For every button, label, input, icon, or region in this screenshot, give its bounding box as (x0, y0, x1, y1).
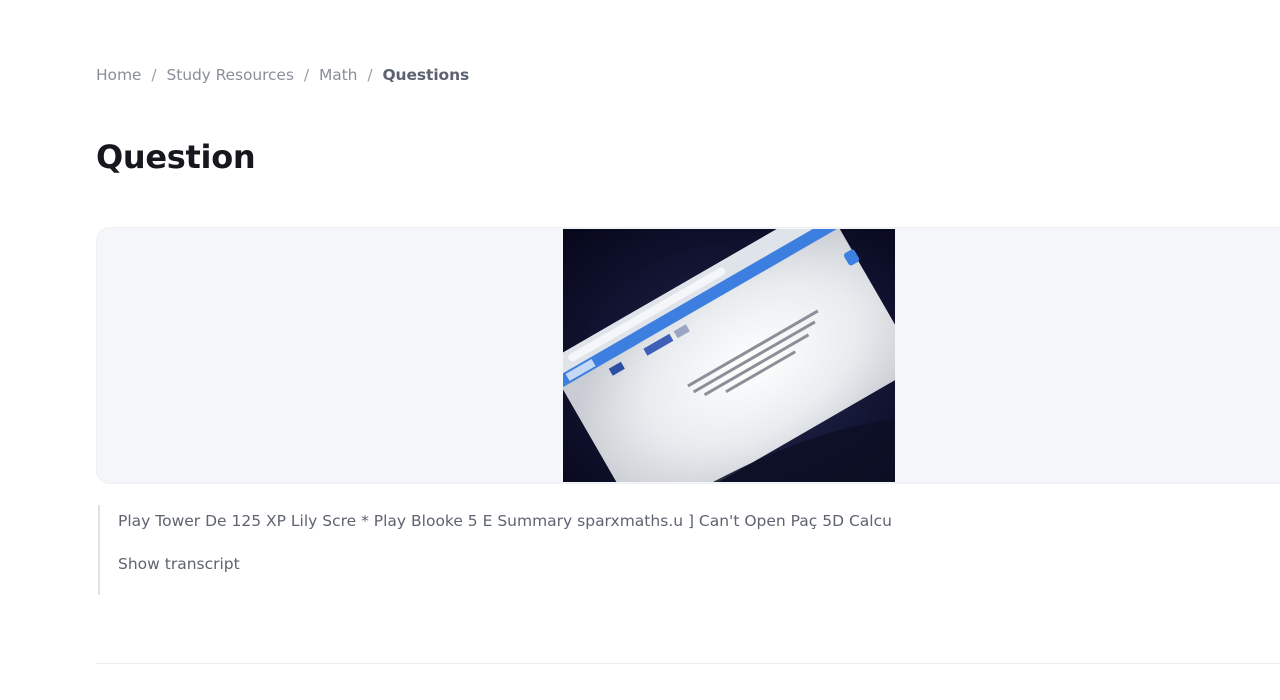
transcript-block: Play Tower De 125 XP Lily Scre * Play Bl… (98, 505, 1280, 595)
question-photo[interactable] (563, 229, 895, 482)
laptop-screen-photo-icon (563, 229, 895, 482)
transcript-text: Play Tower De 125 XP Lily Scre * Play Bl… (118, 512, 892, 530)
divider (96, 663, 1280, 664)
show-transcript-button[interactable]: Show transcript (118, 555, 240, 573)
